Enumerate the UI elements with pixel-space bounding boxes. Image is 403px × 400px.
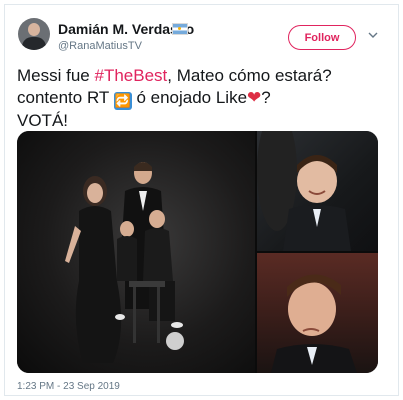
chevron-down-icon[interactable] [368, 30, 378, 40]
child-smiling-figure [257, 131, 351, 251]
tweet-line-2: contento RT 🔁 ó enojado Like❤? [17, 87, 387, 110]
tweet-line-1: Messi fue #TheBest, Mateo cómo estará? [17, 65, 387, 87]
child-frowning-photo[interactable] [257, 253, 378, 373]
avatar-body [22, 37, 46, 50]
tweet-text: Messi fue #TheBest, Mateo cómo estará? c… [17, 65, 387, 132]
author-handle[interactable]: @RanaMatiusTV [58, 40, 142, 52]
tweet-text-segment: , Mateo cómo estará? [167, 66, 332, 85]
main-photo[interactable] [17, 131, 255, 373]
media-grid [17, 131, 378, 373]
argentina-flag-icon [172, 23, 188, 35]
follow-button[interactable]: Follow [288, 25, 356, 50]
avatar-head [28, 23, 40, 36]
heart-emoji-icon: ❤ [247, 88, 262, 107]
tweet-text-segment: ? [261, 88, 271, 107]
main-photo-figures [65, 162, 184, 363]
tweet-text-segment: Messi fue [17, 66, 95, 85]
child-smiling-photo[interactable] [257, 131, 378, 251]
tweet-text-segment: ó enojado Like [131, 88, 248, 107]
tweet-line-3: VOTÁ! [17, 111, 69, 130]
hashtag-link[interactable]: #TheBest [94, 66, 167, 85]
repeat-emoji-icon: 🔁 [113, 92, 132, 110]
child-frowning-figure [271, 274, 357, 373]
tweet-timestamp[interactable]: 1:23 PM - 23 Sep 2019 [17, 381, 120, 392]
tweet-text-segment: contento RT [17, 88, 114, 107]
avatar[interactable] [18, 18, 50, 50]
